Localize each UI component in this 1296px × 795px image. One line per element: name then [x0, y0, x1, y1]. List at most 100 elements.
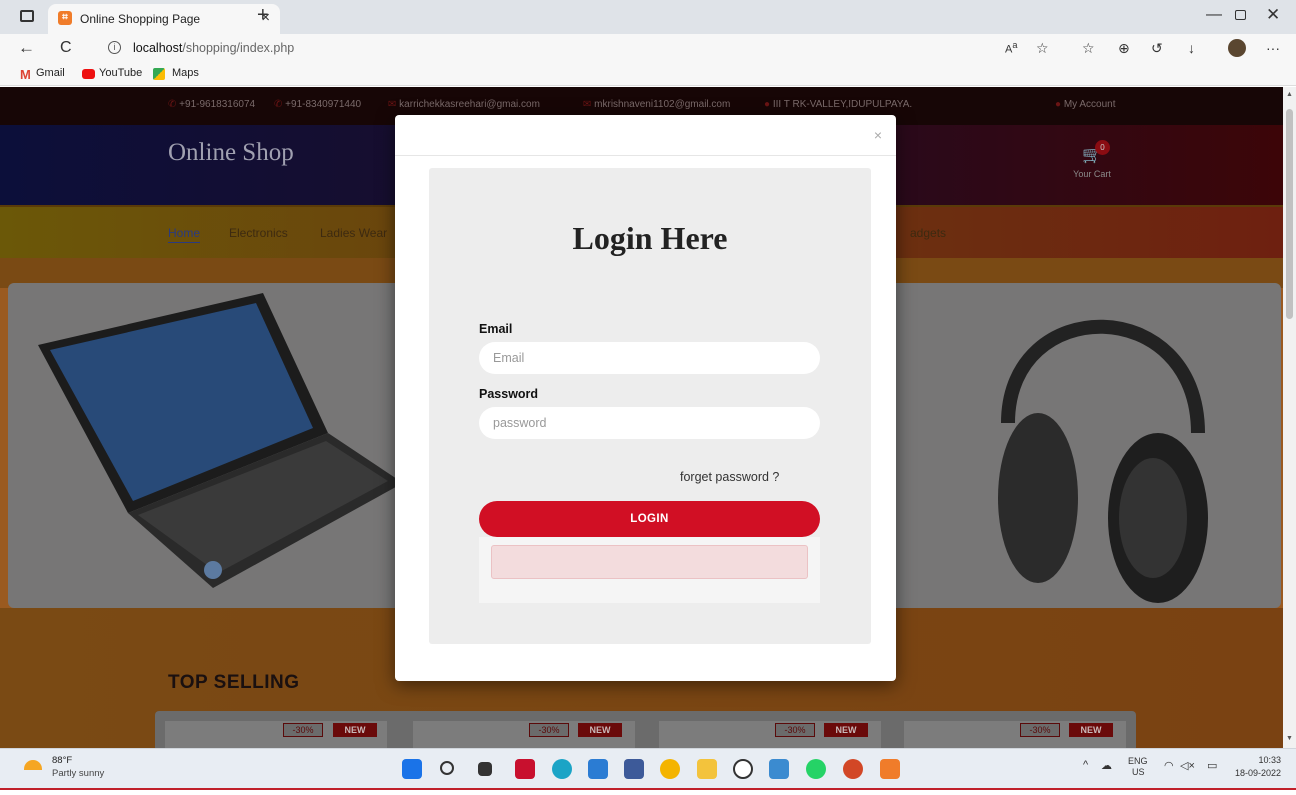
error-alert: [491, 545, 808, 579]
favorites-icon[interactable]: ☆: [1082, 40, 1095, 57]
url-path: /shopping/index.php: [182, 41, 295, 55]
email-1-text: karrichekkasreehari@gmai.com: [399, 99, 540, 110]
more-menu-icon[interactable]: ···: [1266, 40, 1280, 56]
modal-close-icon[interactable]: ×: [874, 127, 882, 143]
section-title: TOP SELLING: [168, 672, 300, 693]
bookmark-maps[interactable]: Maps: [172, 67, 199, 79]
email-2-text: mkrishnaveni1102@gmail.com: [594, 99, 731, 110]
volume-icon[interactable]: ◁×: [1180, 759, 1195, 772]
nav-electronics[interactable]: Electronics: [229, 226, 288, 240]
login-modal: × Login Here Email Password forget passw…: [395, 115, 896, 681]
site-info-icon[interactable]: i: [108, 41, 121, 54]
maps-icon: [153, 68, 165, 80]
cart-count-badge: 0: [1095, 140, 1110, 155]
language[interactable]: ENG: [1128, 756, 1148, 766]
refresh-icon[interactable]: C: [60, 39, 72, 57]
forget-password-link[interactable]: forget password ?: [680, 470, 779, 484]
browser-tab-bar: ⌗ Online Shopping Page × + — ✕: [0, 0, 1296, 34]
discount-badge: -30%: [775, 723, 815, 737]
login-form: Login Here Email Password forget passwor…: [429, 168, 871, 644]
my-account-text: My Account: [1063, 99, 1116, 110]
profile-avatar[interactable]: [1228, 39, 1246, 57]
tab-title: Online Shopping Page: [80, 12, 201, 26]
bottom-accent-line: [0, 788, 1296, 795]
browser-tab[interactable]: ⌗ Online Shopping Page ×: [48, 4, 280, 34]
gmail-icon: M: [20, 67, 31, 82]
site-logo[interactable]: Online Shop: [168, 139, 294, 167]
maximize-icon[interactable]: [1235, 10, 1246, 20]
nav-home[interactable]: Home: [168, 226, 201, 243]
scroll-up-icon[interactable]: ▲: [1286, 91, 1293, 98]
region[interactable]: US: [1132, 767, 1145, 777]
tray-chevron-icon[interactable]: ^: [1083, 759, 1088, 771]
password-input[interactable]: [479, 407, 820, 439]
new-badge: NEW: [1069, 723, 1113, 737]
clock-time[interactable]: 10:33: [1247, 755, 1281, 765]
onedrive-icon[interactable]: ☁: [1101, 759, 1112, 772]
scroll-thumb[interactable]: [1286, 109, 1293, 319]
map-marker-icon: ●: [764, 99, 771, 110]
user-icon: ●: [1055, 99, 1062, 110]
discount-badge: -30%: [529, 723, 569, 737]
battery-icon[interactable]: ▭: [1207, 759, 1217, 772]
login-button[interactable]: LOGIN: [479, 501, 820, 537]
phone-1-text: +91-9618316074: [179, 99, 256, 110]
windows-taskbar: 88°F Partly sunny ^ ☁ ENG US ◠ ◁× ▭ 10:3…: [0, 748, 1296, 788]
edge-icon[interactable]: [552, 759, 572, 779]
wifi-icon[interactable]: ◠: [1164, 759, 1174, 772]
bookmarks-bar: M Gmail YouTube Maps: [0, 62, 1296, 86]
search-icon[interactable]: [440, 761, 454, 775]
start-icon[interactable]: [402, 759, 422, 779]
task-view-icon[interactable]: [478, 762, 492, 776]
window-close-icon[interactable]: ✕: [1266, 5, 1280, 25]
mcafee-icon[interactable]: [515, 759, 535, 779]
weather-icon: [24, 760, 42, 770]
phone-2: ✆ +91-8340971440: [274, 99, 361, 110]
calculator-icon[interactable]: [624, 759, 644, 779]
url-host: localhost: [133, 41, 183, 55]
video-editor-icon[interactable]: [769, 759, 789, 779]
page-scrollbar[interactable]: ▲ ▼: [1283, 87, 1296, 748]
bookmark-youtube[interactable]: YouTube: [99, 67, 142, 79]
scroll-down-icon[interactable]: ▼: [1286, 735, 1293, 742]
email-input[interactable]: [479, 342, 820, 374]
new-tab-icon[interactable]: +: [257, 4, 269, 27]
new-badge: NEW: [333, 723, 377, 737]
nav-gadgets[interactable]: adgets: [910, 226, 946, 240]
read-aloud-icon[interactable]: Aa: [1005, 40, 1017, 56]
address-bar: ← C i localhost/shopping/index.php Aa ☆ …: [0, 34, 1296, 62]
email-1: ✉ karrichekkasreehari@gmai.com: [388, 99, 540, 110]
phone-2-text: +91-8340971440: [285, 99, 362, 110]
cart-icon: 🛒: [1082, 147, 1102, 164]
history-icon[interactable]: ↺: [1151, 40, 1163, 57]
nav-ladies-wear[interactable]: Ladies Wear: [320, 226, 387, 240]
dell-icon[interactable]: [733, 759, 753, 779]
cart-button[interactable]: 🛒 0 Your Cart: [1062, 140, 1122, 179]
bookmark-gmail[interactable]: Gmail: [36, 67, 65, 79]
powerpoint-icon[interactable]: [843, 759, 863, 779]
alert-container: [479, 537, 820, 603]
my-account-link[interactable]: ● My Account: [1055, 99, 1116, 110]
address-text: III T RK-VALLEY,IDUPULPAYA.: [772, 99, 913, 110]
collections-icon[interactable]: ⊕: [1118, 40, 1130, 57]
discount-badge: -30%: [1020, 723, 1060, 737]
add-favorite-icon[interactable]: ☆: [1036, 40, 1049, 57]
back-icon[interactable]: ←: [18, 38, 35, 58]
discount-badge: -30%: [283, 723, 323, 737]
file-explorer-icon[interactable]: [697, 759, 717, 779]
temperature[interactable]: 88°F: [52, 755, 72, 766]
chrome-icon[interactable]: [660, 759, 680, 779]
weather-description[interactable]: Partly sunny: [52, 768, 104, 779]
tab-actions-icon[interactable]: [20, 10, 34, 22]
email-label: Email: [479, 322, 513, 336]
minimize-icon[interactable]: —: [1206, 6, 1222, 24]
clock-date[interactable]: 18-09-2022: [1228, 768, 1281, 778]
url-field[interactable]: localhost/shopping/index.php: [133, 41, 294, 55]
address: ● III T RK-VALLEY,IDUPULPAYA.: [764, 99, 912, 110]
login-title: Login Here: [572, 220, 728, 256]
phone-icon: ✆: [274, 99, 283, 110]
whatsapp-icon[interactable]: [806, 759, 826, 779]
downloads-icon[interactable]: ↓: [1188, 40, 1195, 56]
xampp-icon[interactable]: [880, 759, 900, 779]
todo-icon[interactable]: [588, 759, 608, 779]
